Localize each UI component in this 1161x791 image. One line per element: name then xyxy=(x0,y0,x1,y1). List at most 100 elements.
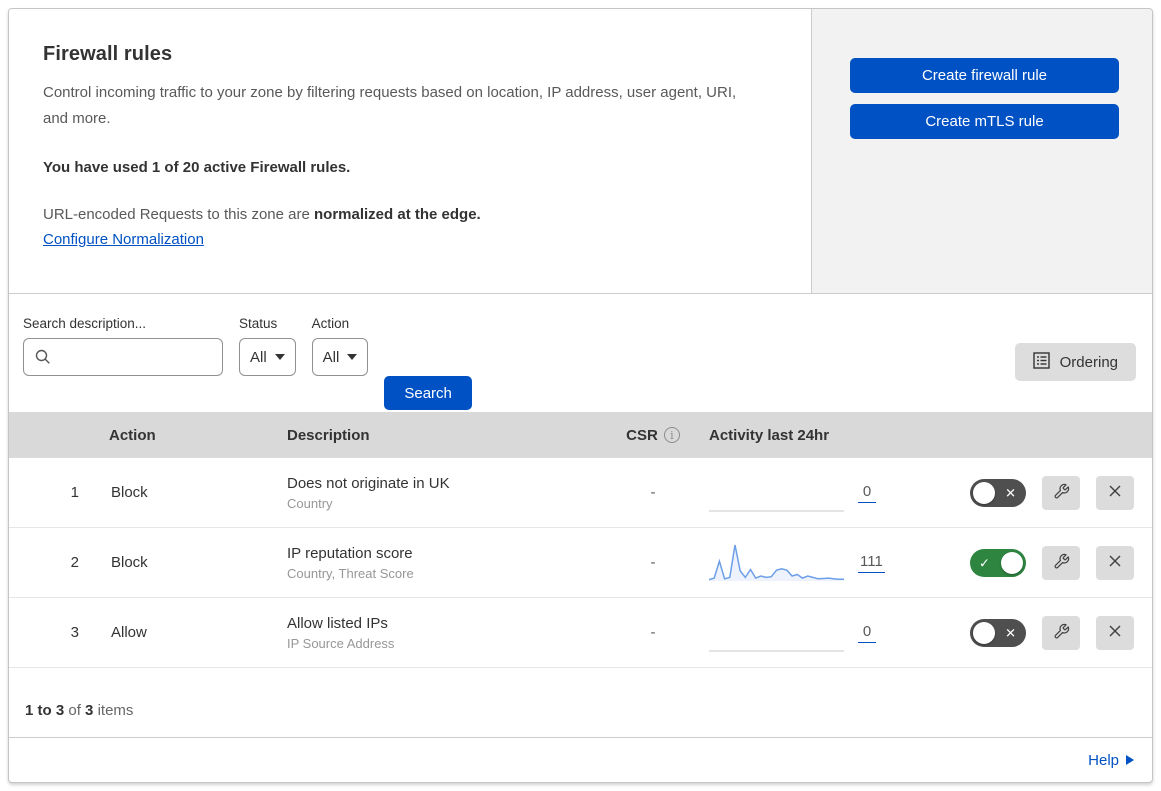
pagination-summary: 1 to 3 of 3 items xyxy=(9,668,1152,737)
usage-summary: You have used 1 of 20 active Firewall ru… xyxy=(43,158,351,176)
rule-controls: ✓ ✕ xyxy=(939,615,1152,650)
items-range: 1 to 3 xyxy=(25,702,65,719)
action-selected-value: All xyxy=(322,348,340,366)
rule-action: Block xyxy=(111,554,148,571)
wrench-icon xyxy=(1053,553,1070,573)
close-icon xyxy=(1107,483,1123,502)
rule-activity-cell: 0 xyxy=(709,612,939,654)
rule-enabled-toggle[interactable]: ✓ ✕ xyxy=(970,548,1026,577)
rule-activity-cell: 111 xyxy=(708,542,939,584)
rule-csr-value: - xyxy=(650,554,656,571)
table-row: 3 Allow Allow listed IPs IP Source Addre… xyxy=(9,598,1152,668)
action-select[interactable]: All xyxy=(311,338,369,376)
normalization-note: URL-encoded Requests to this zone are no… xyxy=(43,206,771,223)
activity-sparkline xyxy=(708,542,844,584)
search-input[interactable] xyxy=(23,338,223,376)
activity-column-header: Activity last 24hr xyxy=(709,426,830,444)
close-icon xyxy=(1107,553,1123,572)
rule-enabled-toggle[interactable]: ✓ ✕ xyxy=(970,618,1026,647)
activity-sparkline xyxy=(709,472,844,514)
activity-sparkline xyxy=(709,612,844,654)
rule-priority: 2 xyxy=(70,554,79,571)
rule-csr-value: - xyxy=(650,624,656,641)
help-link[interactable]: Help xyxy=(1088,752,1134,769)
table-row: 1 Block Does not originate in UK Country… xyxy=(9,458,1152,528)
wrench-icon xyxy=(1053,623,1070,643)
page-description: Control incoming traffic to your zone by… xyxy=(43,84,737,128)
edit-rule-button[interactable] xyxy=(1042,475,1080,510)
delete-rule-button[interactable] xyxy=(1096,615,1134,650)
rule-controls: ✓ ✕ xyxy=(939,545,1152,580)
check-icon: ✓ xyxy=(979,555,990,570)
table-header: Action Description CSR i Activity last 2… xyxy=(9,412,1152,458)
delete-rule-button[interactable] xyxy=(1096,475,1134,510)
info-icon[interactable]: i xyxy=(663,427,680,443)
create-firewall-rule-button[interactable]: Create firewall rule xyxy=(850,57,1119,93)
rule-description: Does not originate in UK xyxy=(287,474,450,492)
help-bar: Help xyxy=(9,737,1152,782)
actions-panel: Create firewall rule Create mTLS rule xyxy=(812,9,1152,293)
ordering-button-label: Ordering xyxy=(1059,353,1118,371)
rule-priority: 3 xyxy=(70,624,79,641)
status-selected-value: All xyxy=(250,348,267,366)
filter-controls: Search description... Status All Action xyxy=(23,316,472,412)
search-field: Search description... xyxy=(23,316,223,412)
create-mtls-rule-button[interactable]: Create mTLS rule xyxy=(850,103,1119,139)
rule-controls: ✓ ✕ xyxy=(939,475,1152,510)
activity-count-link[interactable]: 0 xyxy=(858,483,876,503)
rule-fields: Country xyxy=(287,495,333,511)
items-total: 3 xyxy=(85,702,94,719)
wrench-icon xyxy=(1053,483,1070,503)
csr-column-label: CSR xyxy=(626,426,658,444)
intro-card: Firewall rules Control incoming traffic … xyxy=(9,9,812,293)
toggle-knob xyxy=(1001,551,1023,574)
edit-rule-button[interactable] xyxy=(1042,545,1080,580)
rule-enabled-toggle[interactable]: ✓ ✕ xyxy=(970,478,1026,507)
status-select[interactable]: All xyxy=(239,338,296,376)
status-filter: Status All xyxy=(239,316,296,412)
of-label: of xyxy=(68,702,81,719)
filter-bar: Search description... Status All Action xyxy=(9,294,1152,412)
search-label: Search description... xyxy=(23,316,147,331)
search-icon xyxy=(35,349,51,370)
rule-action: Allow xyxy=(111,624,147,641)
search-button[interactable]: Search xyxy=(384,376,472,410)
table-row: 2 Block IP reputation score Country, Thr… xyxy=(9,528,1152,598)
chevron-down-icon xyxy=(347,354,358,360)
help-link-label: Help xyxy=(1088,751,1119,769)
rule-action: Block xyxy=(111,484,148,501)
rule-activity-cell: 0 xyxy=(709,472,939,514)
rule-csr-value: - xyxy=(650,484,656,501)
status-label: Status xyxy=(239,316,278,331)
items-label: items xyxy=(97,702,134,719)
csr-column-header: CSR i xyxy=(597,427,709,444)
description-column-header: Description xyxy=(287,426,370,444)
normalization-bold-text: normalized at the edge. xyxy=(314,205,481,223)
arrow-right-icon xyxy=(1126,755,1134,765)
configure-normalization-link[interactable]: Configure Normalization xyxy=(43,231,204,248)
action-column-header: Action xyxy=(109,426,156,444)
search-input-wrap xyxy=(23,338,223,376)
x-icon: ✕ xyxy=(1005,625,1016,640)
rule-description-cell: Does not originate in UK Country xyxy=(287,475,597,511)
ordering-button[interactable]: Ordering xyxy=(1014,343,1136,381)
activity-count-link[interactable]: 0 xyxy=(858,623,876,643)
edit-rule-button[interactable] xyxy=(1042,615,1080,650)
page-title: Firewall rules xyxy=(43,43,173,65)
toggle-knob xyxy=(973,481,995,504)
rule-description-cell: Allow listed IPs IP Source Address xyxy=(287,615,597,651)
delete-rule-button[interactable] xyxy=(1096,545,1134,580)
page-header-section: Firewall rules Control incoming traffic … xyxy=(9,9,1152,294)
action-filter: Action All xyxy=(311,316,369,412)
rule-description: IP reputation score xyxy=(287,544,413,562)
close-icon xyxy=(1107,623,1123,642)
rule-description-cell: IP reputation score Country, Threat Scor… xyxy=(287,545,597,581)
rule-fields: IP Source Address xyxy=(287,635,395,651)
firewall-rules-page: Firewall rules Control incoming traffic … xyxy=(8,8,1153,783)
rule-description: Allow listed IPs xyxy=(287,614,388,632)
normalization-text: URL-encoded Requests to this zone are xyxy=(43,205,314,223)
action-label: Action xyxy=(311,316,350,331)
ordering-list-icon xyxy=(1032,351,1050,373)
x-icon: ✕ xyxy=(1005,485,1016,500)
activity-count-link[interactable]: 111 xyxy=(858,553,885,573)
